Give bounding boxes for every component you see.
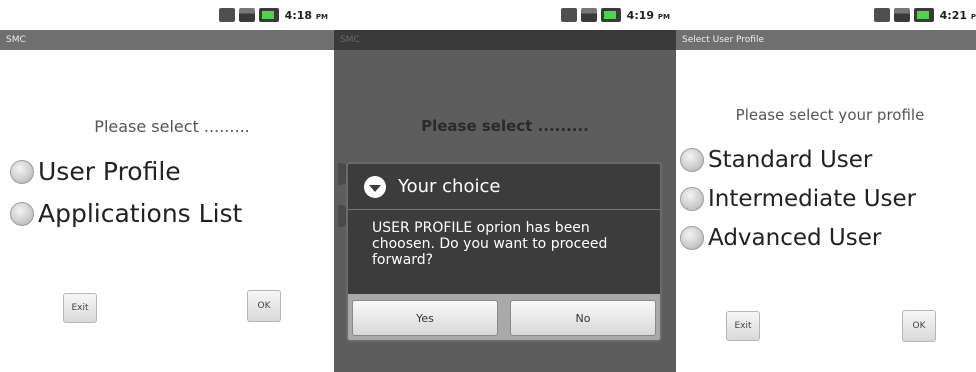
- app-title: SMC: [334, 30, 676, 50]
- radio-label: Standard User: [708, 147, 873, 173]
- signal-icon: [238, 8, 255, 22]
- radio-button-icon[interactable]: [10, 201, 34, 226]
- status-bar: 4:21 P: [676, 0, 976, 30]
- dialog-header: Your choice: [348, 164, 660, 210]
- status-bar: 4:19 PM: [334, 0, 676, 30]
- chevron-down-icon: [364, 175, 386, 198]
- ok-button[interactable]: OK: [247, 290, 281, 322]
- radio-button-icon[interactable]: [680, 187, 704, 211]
- screen-select-profile: 4:21 P Select User Profile Please select…: [676, 0, 976, 372]
- yes-button[interactable]: Yes: [352, 300, 498, 336]
- dialog-title: Your choice: [398, 176, 501, 197]
- prompt-text: Please select your profile: [735, 106, 925, 124]
- battery-icon: [258, 8, 279, 22]
- no-button[interactable]: No: [510, 300, 656, 336]
- confirm-dialog: Your choice USER PROFILE oprion has been…: [346, 162, 662, 342]
- dialog-buttons: Yes No: [348, 294, 660, 340]
- radio-intermediate-user[interactable]: Intermediate User: [680, 186, 916, 212]
- screen-confirm-dialog: 4:19 PM SMC Please select ......... Your…: [334, 0, 676, 372]
- radio-button-icon[interactable]: [680, 226, 704, 250]
- network-icon: [873, 8, 890, 22]
- dialog-message: USER PROFILE oprion has been choosen. Do…: [372, 220, 608, 268]
- radio-label: Advanced User: [708, 225, 882, 251]
- prompt-text: Please select .........: [94, 117, 250, 136]
- radio-button-icon[interactable]: [10, 159, 34, 184]
- network-icon: [560, 8, 577, 22]
- radio-user-profile[interactable]: User Profile: [10, 157, 181, 186]
- prompt-text: Please select .........: [421, 117, 589, 135]
- ok-button[interactable]: OK: [902, 310, 936, 342]
- radio-label: Applications List: [38, 199, 243, 228]
- signal-icon: [580, 8, 597, 22]
- radio-advanced-user[interactable]: Advanced User: [680, 225, 881, 251]
- status-time: 4:18 PM: [284, 8, 328, 22]
- status-bar: 4:18 PM: [0, 0, 334, 30]
- radio-label: Intermediate User: [708, 186, 917, 212]
- radio-button-icon[interactable]: [680, 148, 704, 172]
- radio-standard-user[interactable]: Standard User: [680, 147, 872, 173]
- screen-main-menu: 4:18 PM SMC Please select ......... User…: [0, 0, 334, 372]
- app-title: SMC: [0, 30, 334, 50]
- app-title: Select User Profile: [676, 30, 976, 50]
- network-icon: [218, 8, 235, 22]
- radio-applications-list[interactable]: Applications List: [10, 199, 242, 228]
- battery-icon: [913, 8, 934, 22]
- radio-label: User Profile: [38, 157, 181, 186]
- exit-button[interactable]: Exit: [63, 293, 97, 323]
- exit-button[interactable]: Exit: [726, 311, 760, 341]
- status-time: 4:19 PM: [626, 8, 670, 22]
- battery-icon: [600, 8, 621, 22]
- signal-icon: [893, 8, 910, 22]
- status-time: 4:21 P: [939, 8, 976, 22]
